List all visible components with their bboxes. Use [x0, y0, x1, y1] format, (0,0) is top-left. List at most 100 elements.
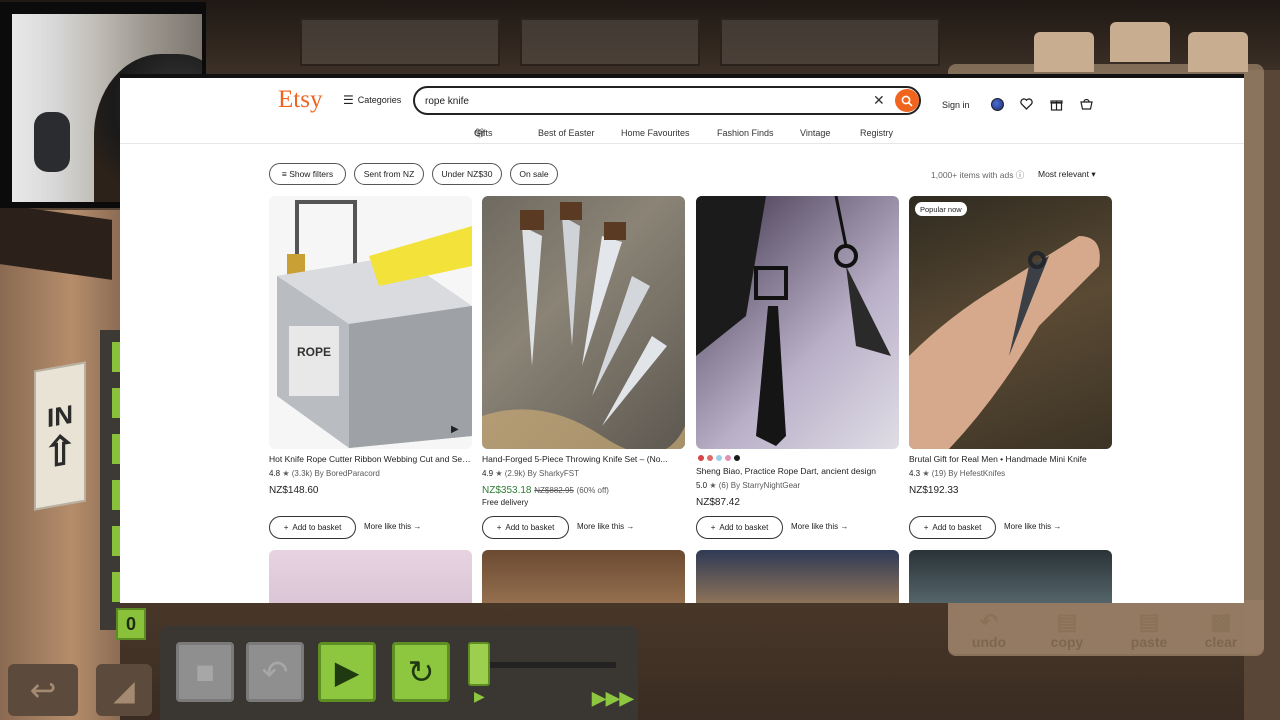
listing-image[interactable]: Popular now [909, 196, 1112, 449]
swatch-blue[interactable] [716, 455, 722, 461]
video-play-icon[interactable]: ▶ [451, 424, 459, 435]
listing-rating: 4.8 ★ (3.3k) By BoredParacord [269, 469, 380, 478]
fast-forward-icon: ▶▶▶ [592, 688, 634, 708]
basket-button[interactable] [1078, 96, 1094, 112]
add-to-basket-button[interactable]: + Add to basket [696, 516, 783, 539]
plus-icon: + [496, 523, 502, 532]
listing-price: NZ$353.18 NZ$882.95 (60% off) [482, 485, 609, 496]
more-like-this-link[interactable]: More like this → [791, 522, 848, 531]
categories-label: Categories [357, 95, 402, 105]
filter-on-sale[interactable]: On sale [510, 163, 558, 185]
paste-tool-button[interactable]: ▤ paste [1114, 604, 1184, 651]
nav-best-of-easter[interactable]: Best of Easter [538, 128, 595, 138]
listing-image[interactable] [482, 550, 685, 603]
nav-fashion-finds[interactable]: Fashion Finds [717, 128, 774, 138]
listing-title[interactable]: Hand-Forged 5-Piece Throwing Knife Set –… [482, 454, 685, 464]
more-like-this-link[interactable]: More like this → [577, 522, 634, 531]
panel-tab[interactable] [1188, 32, 1248, 72]
arrow-right-icon: → [840, 522, 849, 531]
listing-rating: 4.3 ★ (19) By HefestKnifes [909, 469, 1005, 478]
listing-title[interactable]: Hot Knife Rope Cutter Ribbon Webbing Cut… [269, 454, 472, 464]
gifts-button[interactable] [1048, 96, 1064, 112]
listing-rating: 5.0 ★ (6) By StarryNightGear [696, 481, 800, 490]
nav-home-favourites[interactable]: Home Favourites [621, 128, 690, 138]
more-like-this-label: More like this [791, 522, 839, 531]
speed-slider-track[interactable] [480, 662, 616, 668]
search-icon [901, 95, 913, 107]
office-chair [34, 112, 70, 172]
region-button[interactable] [989, 96, 1005, 112]
copy-tool-button[interactable]: ▤ copy [1032, 604, 1102, 651]
step-button[interactable]: ↻ [392, 642, 450, 702]
review-count: (19) [931, 469, 946, 478]
arrow-right-icon: → [413, 522, 422, 531]
color-swatches [698, 455, 740, 461]
arrow-right-icon: → [626, 522, 635, 531]
panel-tab[interactable] [1110, 22, 1170, 62]
swatch-rose[interactable] [707, 455, 713, 461]
undo-tool-button[interactable]: ↶ undo [954, 604, 1024, 651]
play-button[interactable]: ▶ [318, 642, 376, 702]
conveyor-tick [112, 342, 120, 372]
more-like-this-link[interactable]: More like this → [364, 522, 421, 531]
more-like-this-link[interactable]: More like this → [1004, 522, 1061, 531]
listing-image[interactable] [269, 550, 472, 603]
speed-slider-knob[interactable] [468, 642, 490, 686]
filter-under-30[interactable]: Under NZ$30 [432, 163, 502, 185]
slow-speed-icon: ▶ [474, 688, 485, 704]
clear-tool-button[interactable]: ▩ clear [1186, 604, 1256, 651]
nav-vintage[interactable]: Vintage [800, 128, 830, 138]
sign-in-link[interactable]: Sign in [942, 100, 970, 110]
sound-button[interactable]: ◢ [96, 664, 152, 716]
inbox-sign: IN ⇧ [34, 361, 86, 511]
listing-image[interactable] [696, 550, 899, 603]
add-to-basket-button[interactable]: + Add to basket [482, 516, 569, 539]
listing-title[interactable]: Sheng Biao, Practice Rope Dart, ancient … [696, 466, 899, 476]
swatch-red[interactable] [698, 455, 704, 461]
search-button[interactable] [895, 89, 919, 112]
listing-image[interactable] [696, 196, 899, 449]
up-arrow-icon: ⇧ [43, 426, 77, 477]
hot-knife-tool-image: ROPE [269, 196, 472, 449]
star-icon: ★ [922, 469, 930, 478]
stop-button[interactable]: ■ [176, 642, 234, 702]
category-nav: 🎁︎ Gifts Best of Easter Home Favourites … [120, 128, 1244, 144]
ceiling-panel [300, 18, 500, 66]
nav-registry[interactable]: Registry [860, 128, 893, 138]
listing-price: NZ$148.60 [269, 485, 319, 496]
seller-name: By SharkyFST [527, 469, 580, 478]
clear-search-icon[interactable]: ✕ [873, 92, 885, 109]
swatch-black[interactable] [734, 455, 740, 461]
etsy-logo[interactable]: Etsy [278, 86, 322, 114]
listing-title[interactable]: Brutal Gift for Real Men • Handmade Mini… [909, 454, 1112, 464]
show-filters-button[interactable]: ≡ Show filters [269, 163, 346, 185]
rating-value: 4.3 [909, 469, 921, 478]
popular-now-badge: Popular now [915, 202, 967, 216]
listing-image[interactable] [909, 550, 1112, 603]
add-to-basket-button[interactable]: + Add to basket [269, 516, 356, 539]
panel-tab[interactable] [1034, 32, 1094, 72]
listing-rating: 4.9 ★ (2.9k) By SharkyFST [482, 469, 579, 478]
categories-button[interactable]: ☰ Categories [343, 94, 402, 106]
listing-image[interactable] [482, 196, 685, 449]
sort-dropdown[interactable]: Most relevant ▾ [1038, 169, 1096, 180]
star-icon: ★ [495, 469, 503, 478]
swatch-pink[interactable] [725, 455, 731, 461]
rewind-button[interactable]: ↶ [246, 642, 304, 702]
show-filters-label: Show filters [289, 169, 334, 179]
search-input[interactable] [425, 92, 855, 110]
ceiling-panel [520, 18, 700, 66]
arrow-right-icon: → [1053, 522, 1062, 531]
nav-gifts-label: Gifts [474, 128, 493, 138]
favourites-button[interactable] [1018, 96, 1034, 112]
add-to-basket-button[interactable]: + Add to basket [909, 516, 996, 539]
listing-image[interactable]: ROPE ▶ [269, 196, 472, 449]
back-button[interactable]: ↩ [8, 664, 78, 716]
undo-icon: ↶ [979, 609, 999, 634]
conveyor-tick [112, 434, 120, 464]
rating-value: 4.8 [269, 469, 281, 478]
back-arrow-icon: ↩ [29, 672, 57, 708]
rope-dart-image [696, 196, 891, 446]
filter-sent-from-nz[interactable]: Sent from NZ [354, 163, 424, 185]
paste-icon: ▤ [1138, 609, 1160, 634]
